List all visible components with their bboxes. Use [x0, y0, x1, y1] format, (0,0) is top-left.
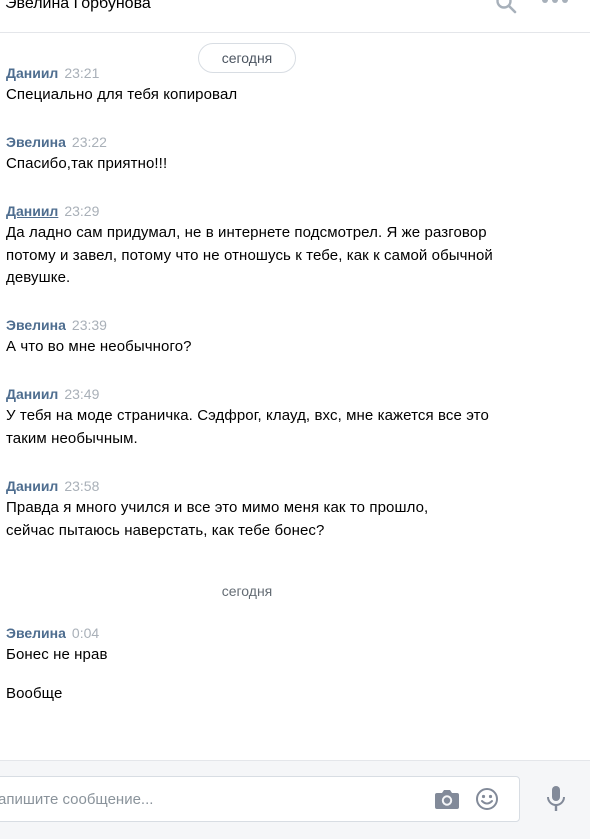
chat-header: Эвелина Горбунова: [0, 0, 590, 33]
message-time: 0:04: [71, 625, 100, 641]
message: Даниил 23:58 Правда я много учился и все …: [6, 476, 476, 542]
smile-icon[interactable]: [475, 787, 499, 811]
message: Эвелина 23:22 Спасибо,так приятно!!!: [6, 132, 506, 176]
message-author[interactable]: Даниил: [6, 65, 58, 81]
message: Эвелина 0:04 Бонес не нрав Вообще: [6, 623, 506, 705]
message-text: Правда я много учился и все это мимо мен…: [6, 499, 429, 539]
message-time: 23:49: [64, 386, 100, 402]
microphone-icon[interactable]: [544, 785, 568, 813]
message: Даниил 23:29 Да ладно сам придумал, не в …: [6, 201, 498, 290]
message-text: У тебя на моде страничка. Сэдфрог, клауд…: [6, 407, 489, 447]
chat-title[interactable]: Эвелина Горбунова: [5, 0, 151, 13]
message-text: Вообще: [6, 684, 63, 702]
message-author[interactable]: Эвелина: [6, 134, 66, 150]
message-time: 23:22: [71, 134, 107, 150]
message-time: 23:58: [64, 478, 100, 494]
message-text: А что во мне необычного?: [6, 338, 192, 355]
date-separator: сегодня: [221, 583, 273, 599]
message-text: Бонес не нрав: [6, 646, 108, 663]
message-text: Спасибо,так приятно!!!: [6, 155, 168, 172]
message-author[interactable]: Даниил: [6, 203, 58, 219]
search-icon[interactable]: [495, 0, 517, 14]
message-text: Да ладно сам придумал, не в интернете по…: [6, 224, 493, 286]
more-icon[interactable]: [540, 0, 570, 10]
message: Даниил 23:21 Специально для тебя копирова…: [6, 63, 506, 107]
message-author[interactable]: Эвелина: [6, 317, 66, 333]
message-input-placeholder: апишите сообщение...: [0, 791, 154, 808]
message: Даниил 23:49 У тебя на моде страничка. Сэ…: [6, 384, 501, 450]
message-author[interactable]: Даниил: [6, 386, 58, 402]
message-time: 23:21: [64, 65, 100, 81]
camera-icon[interactable]: [434, 788, 460, 810]
message-text: Специально для тебя копировал: [6, 86, 238, 103]
message-time: 23:39: [71, 317, 107, 333]
message: Эвелина 23:39 А что во мне необычного?: [6, 315, 506, 359]
message-author[interactable]: Эвелина: [6, 625, 66, 641]
message-time: 23:29: [64, 203, 100, 219]
message-author[interactable]: Даниил: [6, 478, 58, 494]
